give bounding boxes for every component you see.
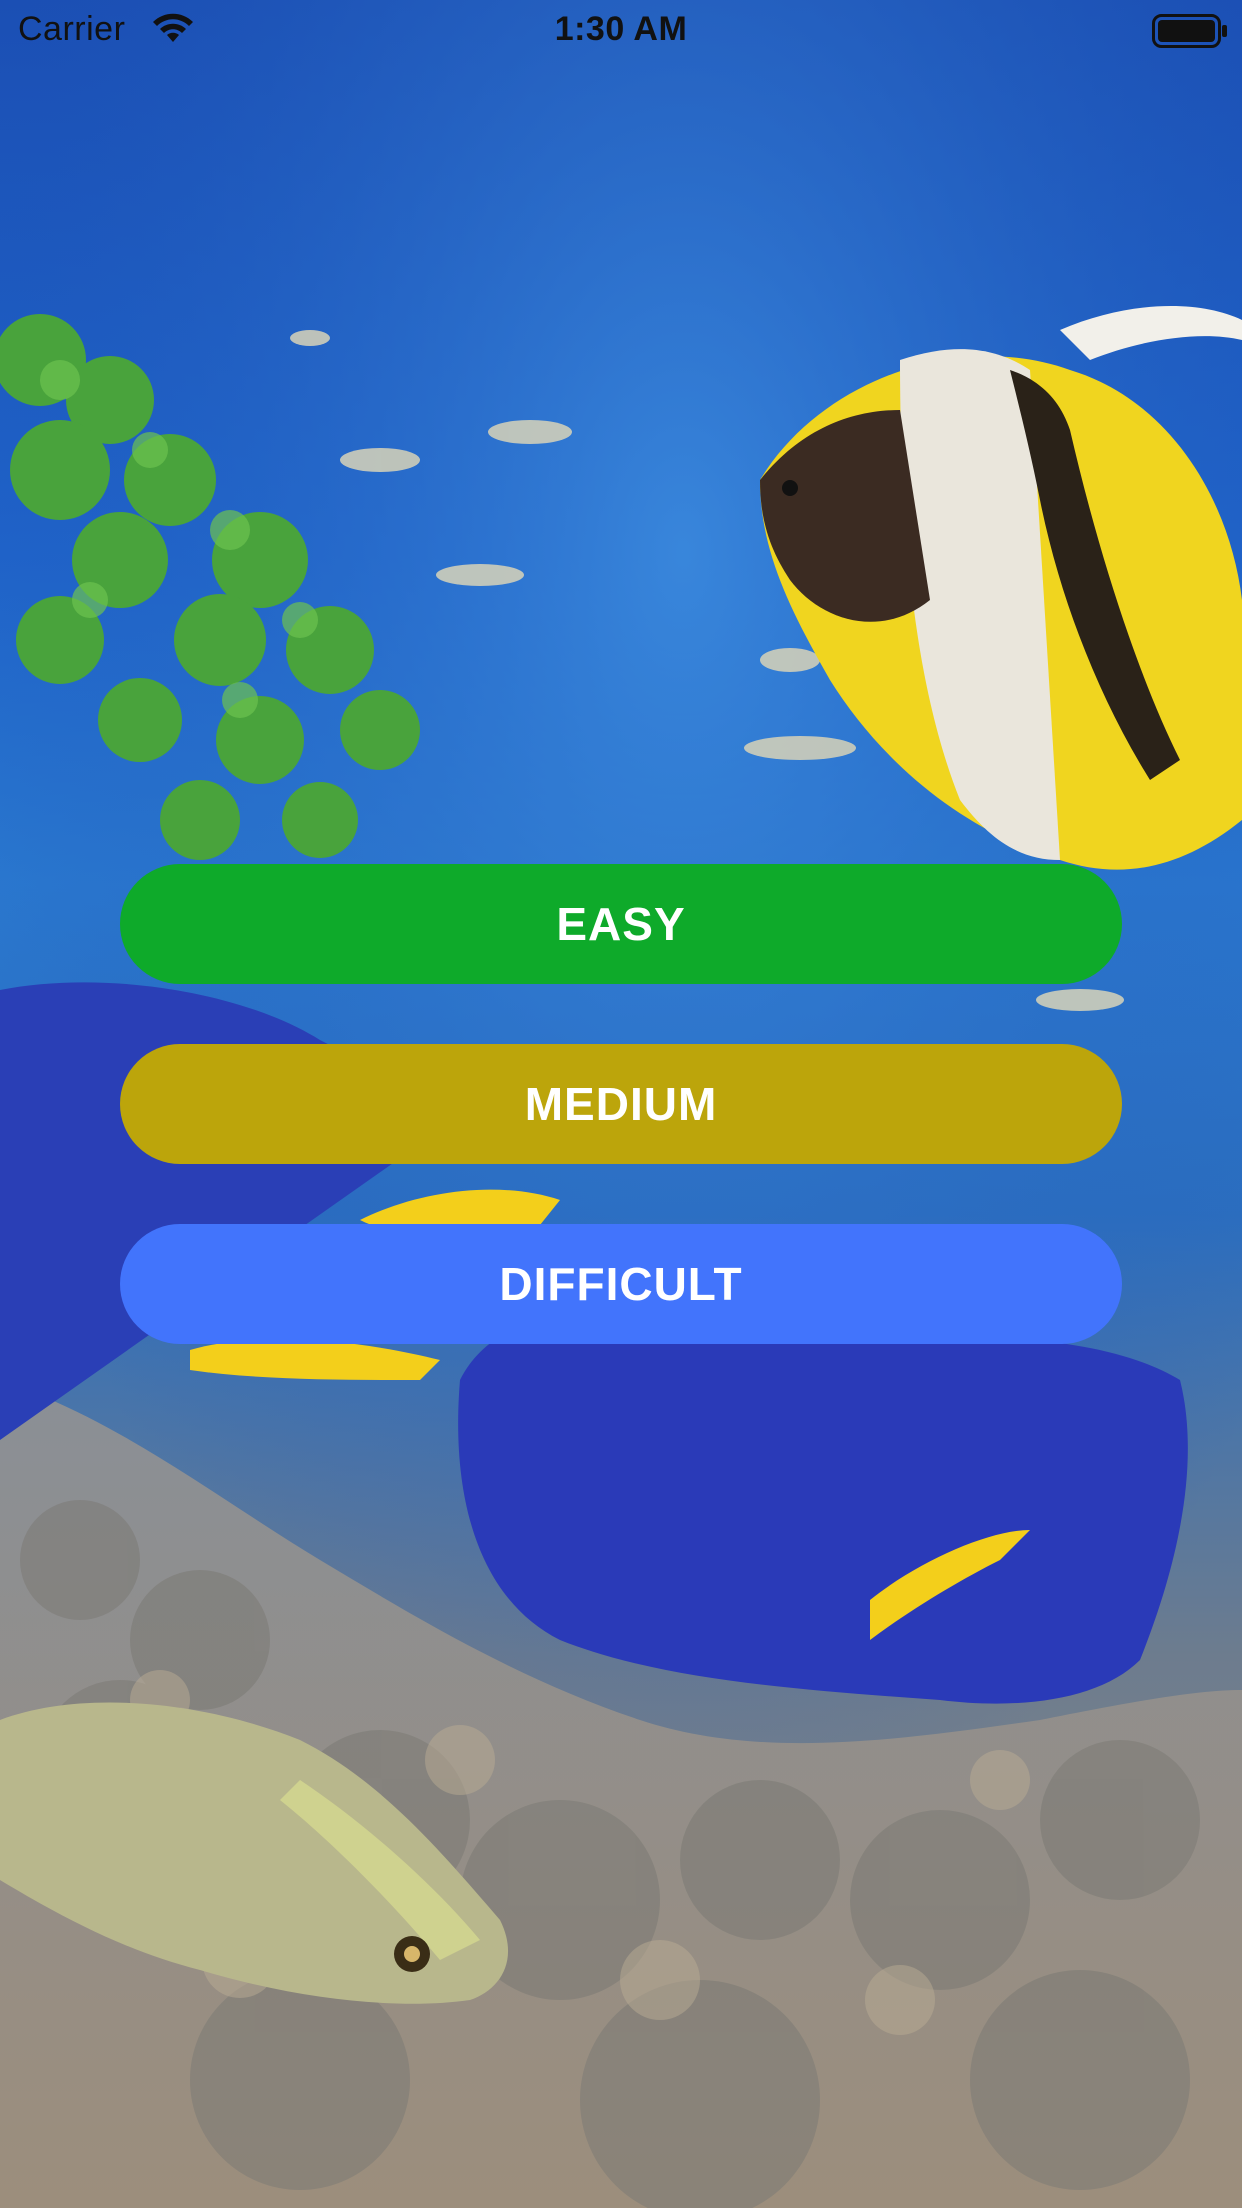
battery-icon: [1152, 14, 1228, 48]
screen: Carrier 1:30 AM EASY MEDIUM DIFFICULT: [0, 0, 1242, 2208]
difficult-button[interactable]: DIFFICULT: [120, 1224, 1122, 1344]
easy-button[interactable]: EASY: [120, 864, 1122, 984]
medium-button[interactable]: MEDIUM: [120, 1044, 1122, 1164]
clock-time: 1:30 AM: [554, 10, 688, 48]
status-bar: Carrier 1:30 AM: [0, 0, 1242, 62]
